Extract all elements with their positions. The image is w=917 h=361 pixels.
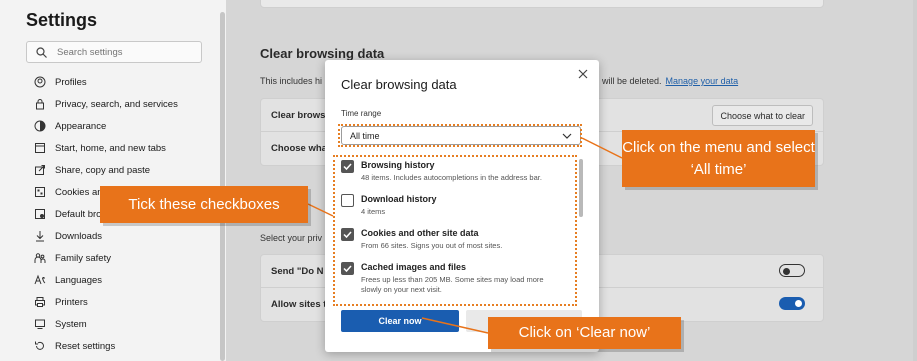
dialog-scrollbar[interactable] xyxy=(579,159,583,217)
sidebar-item-label: Reset settings xyxy=(55,340,116,352)
sidebar-item-label: Family safety xyxy=(55,252,111,264)
system-icon xyxy=(34,318,46,330)
sidebar-item-share[interactable]: Share, copy and paste xyxy=(34,159,179,181)
main-scrollbar[interactable] xyxy=(913,0,917,361)
profile-icon xyxy=(34,76,46,88)
search-box[interactable] xyxy=(26,41,202,63)
sidebar-item-label: Languages xyxy=(55,274,103,286)
allow-sites-toggle[interactable] xyxy=(779,297,805,310)
sidebar-item-family-safety[interactable]: Family safety xyxy=(34,247,179,269)
row-label: Send "Do N xyxy=(271,265,324,277)
close-icon[interactable] xyxy=(576,67,590,81)
sidebar-item-label: Downloads xyxy=(55,230,102,242)
section-title: Clear browsing data xyxy=(260,46,385,61)
sidebar-item-label: Profiles xyxy=(55,76,87,88)
dialog-title: Clear browsing data xyxy=(341,77,457,92)
sidebar-item-privacy[interactable]: Privacy, search, and services xyxy=(34,93,179,115)
choose-what-to-clear-button[interactable]: Choose what to clear xyxy=(712,105,813,126)
search-icon xyxy=(36,46,47,58)
family-icon xyxy=(34,252,46,264)
sidebar-item-printers[interactable]: Printers xyxy=(34,291,179,313)
sidebar-item-label: System xyxy=(55,318,87,330)
lock-icon xyxy=(34,98,46,110)
top-card xyxy=(260,0,824,8)
sidebar-item-label: Start, home, and new tabs xyxy=(55,142,166,154)
menu-callout: Click on the menu and select ‘All time’ xyxy=(622,130,815,187)
section-description-tail: will be deleted. xyxy=(602,76,662,86)
download-icon xyxy=(34,230,46,242)
privacy-description: Select your priv xyxy=(260,233,323,243)
cookies-icon xyxy=(34,186,46,198)
share-icon xyxy=(34,164,46,176)
clear-now-callout: Click on ‘Clear now’ xyxy=(488,317,681,349)
printer-icon xyxy=(34,296,46,308)
reset-icon xyxy=(34,340,46,352)
sidebar-item-downloads[interactable]: Downloads xyxy=(34,225,179,247)
manage-data-link[interactable]: Manage your data xyxy=(666,76,739,86)
checkbox-callout: Tick these checkboxes xyxy=(100,186,308,223)
time-range-highlight xyxy=(338,124,582,147)
row-label: Allow sites t xyxy=(271,299,327,310)
sidebar-item-appearance[interactable]: Appearance xyxy=(34,115,179,137)
sidebar-item-start-home[interactable]: Start, home, and new tabs xyxy=(34,137,179,159)
time-range-label: Time range xyxy=(341,109,382,118)
sidebar-item-label: Privacy, search, and services xyxy=(55,98,178,110)
checkbox-list-highlight xyxy=(333,155,577,306)
toggle-knob xyxy=(795,300,802,307)
section-description: This includes hi xyxy=(260,76,323,86)
row-label: Choose wha xyxy=(271,143,327,154)
do-not-track-toggle[interactable] xyxy=(779,264,805,277)
toggle-knob xyxy=(783,267,790,275)
clear-now-button[interactable]: Clear now xyxy=(341,310,459,332)
row-label: Clear browsi xyxy=(271,109,329,121)
sidebar-item-label: Appearance xyxy=(55,120,107,132)
languages-icon xyxy=(34,274,46,286)
browser-icon xyxy=(34,208,46,220)
sidebar-item-system[interactable]: System xyxy=(34,313,179,335)
appearance-icon xyxy=(34,120,46,132)
sidebar: Settings Profiles Privacy, search, and s… xyxy=(0,0,225,361)
section-description-right: will be deleted. Manage your data xyxy=(602,76,738,86)
sidebar-title: Settings xyxy=(26,10,98,30)
search-input[interactable] xyxy=(57,46,187,58)
sidebar-item-label: Printers xyxy=(55,296,88,308)
sidebar-item-label: Share, copy and paste xyxy=(55,164,151,176)
home-icon xyxy=(34,142,46,154)
sidebar-item-reset[interactable]: Reset settings xyxy=(34,335,179,357)
sidebar-item-profiles[interactable]: Profiles xyxy=(34,71,179,93)
sidebar-item-languages[interactable]: Languages xyxy=(34,269,179,291)
